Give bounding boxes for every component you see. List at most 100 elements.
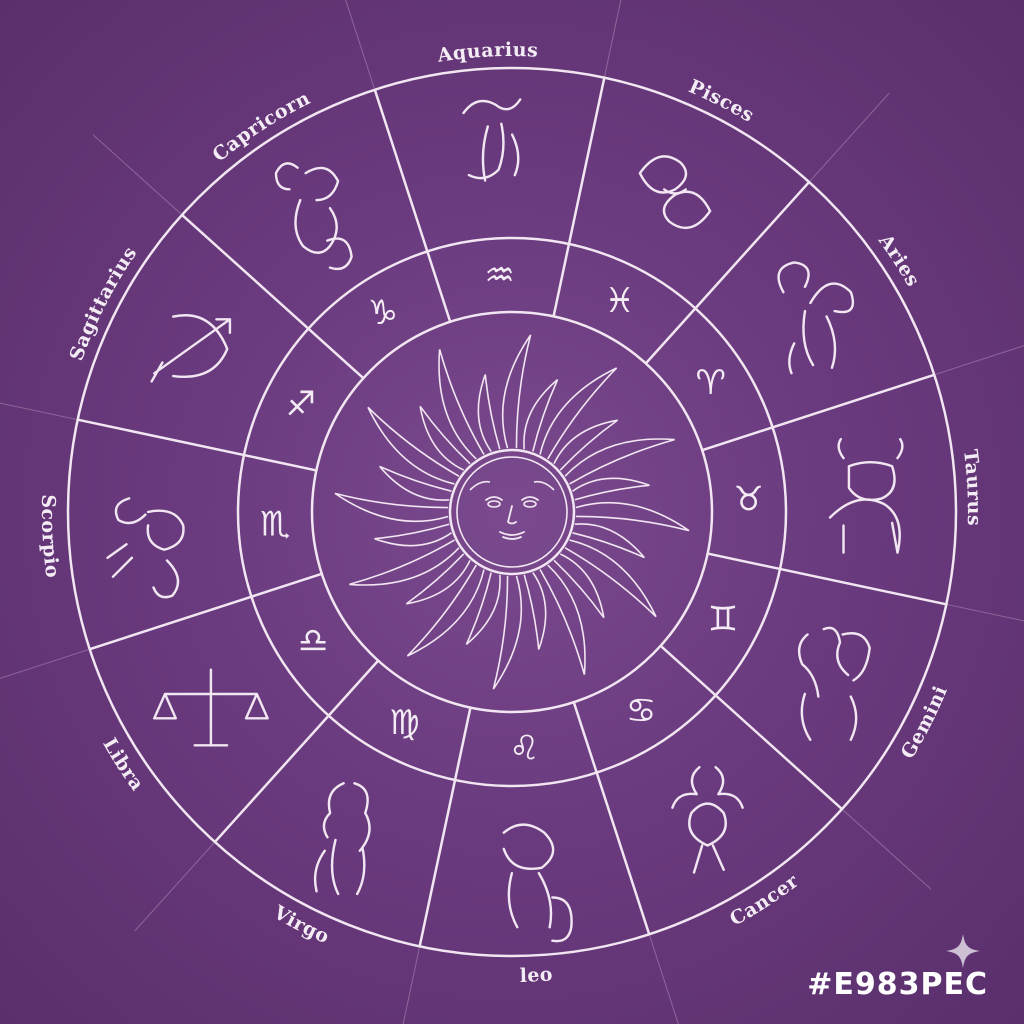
figure-scorpio-icon xyxy=(106,497,185,599)
figure-capricorn-icon xyxy=(274,162,353,271)
sign-name-taurus: Taurus xyxy=(959,448,985,526)
sector-divider xyxy=(707,552,947,606)
sign-name-text: Aries xyxy=(873,229,923,290)
background-ray xyxy=(648,934,679,1024)
sector-divider xyxy=(659,644,843,811)
sector-divider xyxy=(572,701,651,935)
figure-stroke xyxy=(638,155,712,230)
background-ray xyxy=(345,0,376,90)
glyph-aries-icon: ♈ xyxy=(696,363,726,403)
sun-ray xyxy=(539,367,618,460)
sun-ray xyxy=(419,405,471,471)
figure-stroke xyxy=(274,162,353,271)
background-ray xyxy=(402,946,421,1024)
figure-stroke xyxy=(106,497,185,599)
sun-ray xyxy=(492,575,523,690)
sign-glyphs: ♒ ♓ ♈ ♉ ♊ ♋ ♌ ♍ ♎ ♏ ♐ ♑ xyxy=(260,255,764,768)
background-ray xyxy=(946,603,1024,622)
background-ray xyxy=(92,134,183,216)
sun-ray xyxy=(575,501,690,532)
background-ray xyxy=(808,92,890,183)
sun-ray xyxy=(501,334,532,449)
sun-ray xyxy=(539,564,586,675)
outer-ring xyxy=(66,66,958,958)
glyph-virgo-icon: ♍ xyxy=(389,703,419,743)
sign-name-text: Taurus xyxy=(959,448,985,526)
sign-name-text: Aquarius xyxy=(435,39,538,67)
background-ray xyxy=(603,0,622,78)
glyph-leo-icon: ♌ xyxy=(509,729,539,769)
sign-name-sagittarius: Sagittarius xyxy=(65,242,141,363)
glyph-scorpio-icon: ♏ xyxy=(260,504,290,544)
sign-name-pisces: Pisces xyxy=(685,75,758,126)
sun-ray xyxy=(572,477,650,501)
sign-name-text: Cancer xyxy=(726,870,803,931)
sector-divider xyxy=(77,418,317,472)
figure-aries-icon xyxy=(777,261,855,375)
sign-name-aquarius: Aquarius xyxy=(435,39,539,67)
figure-taurus-icon xyxy=(828,437,904,554)
sign-name-leo: leo xyxy=(519,963,553,987)
figure-cancer-icon xyxy=(671,765,744,874)
sun-ray xyxy=(349,539,460,586)
glyph-aquarius-icon: ♒ xyxy=(484,255,514,295)
sun-ray xyxy=(465,572,501,645)
sign-name-capricorn: Capricorn xyxy=(208,87,314,166)
inner-ring xyxy=(310,310,714,714)
sign-name-virgo: Virgo xyxy=(269,901,333,948)
sun-ray xyxy=(379,465,452,501)
sun-ray xyxy=(523,572,547,650)
figure-stroke xyxy=(671,765,744,874)
sun-ray xyxy=(564,438,675,485)
sign-name-text: Gemini xyxy=(897,683,952,763)
figure-pisces-icon xyxy=(638,155,712,230)
sun-ray xyxy=(438,349,485,460)
sun-ray xyxy=(334,492,449,523)
figure-stroke xyxy=(153,668,269,747)
glyph-sagittarius-icon: ♐ xyxy=(286,384,316,424)
figure-stroke xyxy=(777,261,855,375)
figure-gemini-icon xyxy=(797,626,871,741)
sun-ray xyxy=(564,539,657,618)
sign-name-text: Pisces xyxy=(685,75,757,126)
sector-divider xyxy=(89,572,323,651)
sun-ray xyxy=(477,374,501,452)
background-ray xyxy=(134,841,216,932)
sector-dividers xyxy=(77,77,947,947)
figure-stroke xyxy=(150,314,232,383)
sector-divider xyxy=(644,181,811,365)
background-ray xyxy=(0,402,78,421)
figure-aquarius-icon xyxy=(462,98,522,182)
sign-name-gemini: Gemini xyxy=(897,683,952,763)
sign-name-text: Virgo xyxy=(269,901,332,948)
sign-name-scorpio: Scorpio xyxy=(37,494,64,579)
sun-face-icon xyxy=(334,334,690,690)
glyph-taurus-icon: ♉ xyxy=(733,480,763,520)
sun-ray xyxy=(405,553,471,605)
glyph-gemini-icon: ♊ xyxy=(708,600,738,640)
background-ray xyxy=(934,345,1024,376)
figure-stroke xyxy=(502,823,573,943)
sign-name-aries: Aries xyxy=(873,229,924,290)
figure-stroke xyxy=(797,626,871,741)
sun-ray xyxy=(553,553,605,619)
sign-name-text: leo xyxy=(519,963,553,987)
sign-figures xyxy=(106,98,904,943)
sun-ray xyxy=(374,523,452,547)
sun-ray xyxy=(406,564,485,657)
sector-divider xyxy=(373,89,452,323)
figure-virgo-icon xyxy=(313,782,371,896)
sector-divider xyxy=(552,77,606,317)
sun-ray xyxy=(553,419,619,471)
watermark-code: #E983PEC xyxy=(807,967,988,1002)
background-ray xyxy=(0,648,90,679)
figure-stroke xyxy=(313,782,371,896)
sun-ray xyxy=(523,379,559,452)
sun-ray xyxy=(367,406,460,485)
background-ray xyxy=(841,808,932,890)
sun-ray xyxy=(572,523,645,559)
sector-divider xyxy=(418,707,472,947)
sign-name-text: Libra xyxy=(98,734,148,795)
figure-leo-icon xyxy=(502,823,573,943)
zodiac-wheel: Aquarius Pisces Aries Taurus Gemini Cancer leo… xyxy=(0,0,1024,1024)
